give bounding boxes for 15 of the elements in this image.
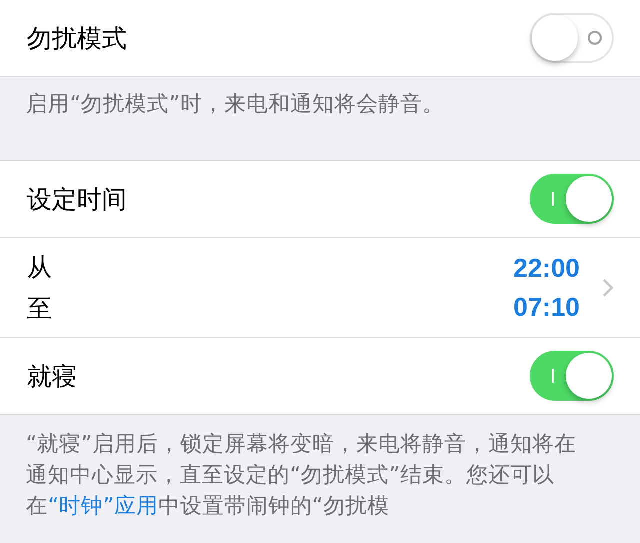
start-time: 22:00 <box>514 252 580 284</box>
chevron-icon <box>602 278 614 298</box>
row-label: 勿扰模式 <box>27 22 127 54</box>
end-time: 07:10 <box>514 292 580 322</box>
footer-note: “就寝”启用后，锁定屏幕将变暗，来电将静音，通知将在通知中心显示，直至设定的“勿扰模式”结束。您还可以在“时钟”应用中设置带闹钟的“勿扰模 <box>25 431 578 521</box>
footer-note: 启用“勿扰模式”时，来电和通知将会静音。 <box>25 91 446 119</box>
off-mark-icon <box>588 31 602 45</box>
row-label: 设定时间 <box>27 184 127 216</box>
toggle-switch[interactable] <box>530 351 614 401</box>
from-label: 从 <box>27 252 52 284</box>
clock-app-link[interactable]: “时钟”应用 <box>48 494 158 519</box>
to-label: 至 <box>27 292 52 324</box>
schedule-row[interactable]: 从 至 22:00 07:10 <box>0 238 640 338</box>
toggle-switch[interactable] <box>530 174 614 224</box>
row-label: 就寝 <box>27 360 77 392</box>
